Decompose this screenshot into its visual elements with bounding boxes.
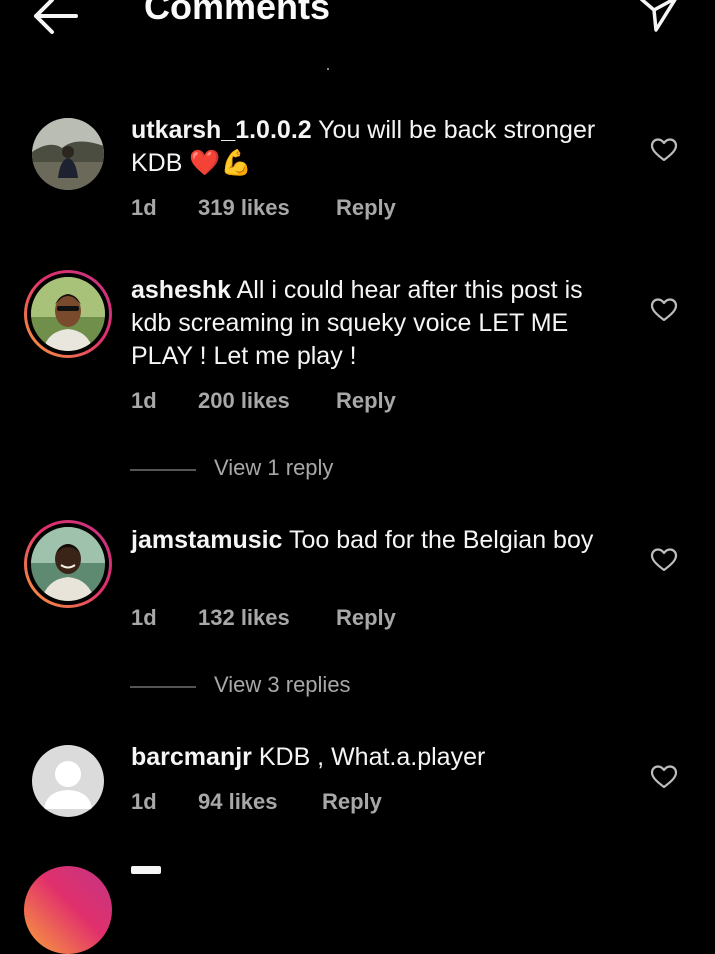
comment-body: KDB , What.a.player (251, 743, 486, 771)
comment-username[interactable]: utkarsh_1.0.0.2 (131, 116, 312, 144)
like-count[interactable]: 132 likes (198, 605, 290, 631)
avatar[interactable] (24, 866, 112, 954)
avatar[interactable] (32, 745, 104, 817)
avatar[interactable] (24, 270, 112, 358)
comment-text: jamstamusic Too bad for the Belgian boy (131, 524, 621, 557)
avatar[interactable] (32, 118, 104, 190)
like-count[interactable]: 200 likes (198, 388, 290, 414)
comment-time: 1d (131, 605, 157, 630)
like-button[interactable] (650, 297, 678, 323)
comment-time: 1d (131, 388, 157, 413)
heart-outline-icon (650, 548, 678, 572)
comment-username[interactable]: jamstamusic (131, 526, 282, 554)
avatar-image (32, 118, 104, 190)
heart-outline-icon (650, 298, 678, 322)
like-button[interactable] (650, 764, 678, 790)
avatar[interactable] (24, 520, 112, 608)
header-bar: Comments (0, 0, 715, 60)
comment-text: barcmanjr KDB , What.a.player (131, 741, 621, 774)
avatar-image (32, 745, 104, 817)
avatar-image (31, 277, 105, 351)
like-count[interactable]: 94 likes (198, 789, 278, 815)
like-button[interactable] (650, 547, 678, 573)
view-replies-button[interactable]: View 3 replies (130, 672, 430, 702)
view-replies-button[interactable]: View 1 reply (130, 455, 430, 485)
avatar-image (31, 527, 105, 601)
reply-button[interactable]: Reply (336, 388, 396, 414)
divider-dot (327, 68, 329, 70)
comment-username (131, 866, 161, 874)
comment-time: 1d (131, 789, 157, 814)
heart-outline-icon (650, 138, 678, 162)
replies-divider (130, 469, 196, 471)
flexed-biceps-emoji: 💪 (220, 149, 252, 177)
view-replies-label: View 3 replies (214, 672, 351, 697)
reply-button[interactable]: Reply (336, 195, 396, 221)
back-button[interactable] (30, 0, 82, 40)
reply-button[interactable]: Reply (336, 605, 396, 631)
like-count[interactable]: 319 likes (198, 195, 290, 221)
default-avatar-icon (32, 745, 104, 817)
comment-time: 1d (131, 195, 157, 220)
view-replies-label: View 1 reply (214, 455, 334, 480)
arrow-left-icon (34, 0, 78, 34)
comment-body: Too bad for the Belgian boy (282, 526, 594, 554)
send-icon (639, 0, 677, 32)
comment-username[interactable]: asheshk (131, 276, 231, 304)
comment-text: utkarsh_1.0.0.2 You will be back stronge… (131, 114, 621, 180)
heart-emoji: ❤️ (189, 149, 221, 177)
comment-text: asheshk All i could hear after this post… (131, 274, 621, 373)
heart-outline-icon (650, 765, 678, 789)
reply-button[interactable]: Reply (322, 789, 382, 815)
page-title: Comments (144, 0, 331, 27)
replies-divider (130, 686, 196, 688)
share-button[interactable] (634, 0, 682, 36)
comment-username[interactable]: barcmanjr (131, 743, 252, 771)
like-button[interactable] (650, 137, 678, 163)
